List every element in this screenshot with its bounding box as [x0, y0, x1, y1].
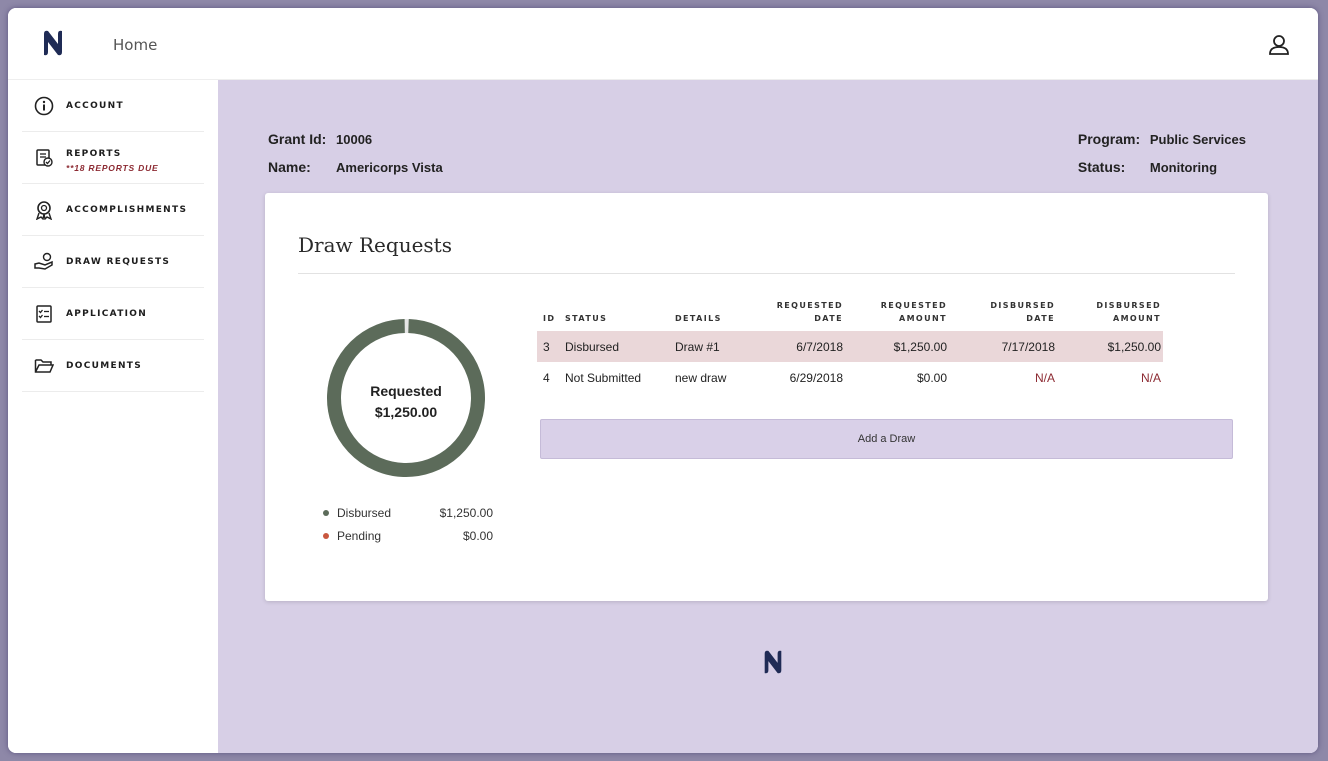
col-header-line: DATE: [1026, 314, 1055, 323]
grant-name-row: Name: Americorps Vista: [268, 153, 443, 181]
sidebar-item-label: REPORTS: [66, 148, 122, 159]
sidebar-item-label: APPLICATION: [66, 308, 148, 319]
cell-requested-amount: $0.00: [916, 370, 947, 385]
grant-id-row: Grant Id: 10006: [268, 125, 443, 153]
cell-disbursed-date: N/A: [1034, 370, 1055, 385]
legend-dot: [323, 509, 329, 516]
sidebar-item-text: REPORTS **18 REPORTS DUE: [66, 143, 158, 173]
sidebar: ACCOUNT REPORTS **18 REPORTS DUE ACCOMPL…: [8, 80, 218, 753]
sidebar-item-account[interactable]: ACCOUNT: [22, 80, 204, 132]
table-header-row: ID STATUS DETAILS REQUESTED DATE REQUEST…: [537, 295, 1163, 331]
legend-item-disbursed: Disbursed $1,250.00: [323, 501, 493, 524]
draw-requests-table: ID STATUS DETAILS REQUESTED DATE REQUEST…: [537, 295, 1163, 393]
sidebar-item-application[interactable]: APPLICATION: [22, 288, 204, 340]
cell-requested-date: 6/7/2018: [755, 331, 843, 362]
main-content: Grant Id: 10006 Name: Americorps Vista P…: [218, 80, 1318, 753]
sidebar-item-documents[interactable]: DOCUMENTS: [22, 340, 204, 392]
hand-money-icon: [34, 252, 53, 270]
col-header-id[interactable]: ID: [537, 295, 565, 331]
grant-name-label: Name:: [268, 159, 311, 175]
legend-value: $0.00: [462, 528, 493, 543]
draw-requests-card: Draw Requests Requested $1,250.00 Disbur…: [265, 193, 1268, 601]
legend-dot: [323, 532, 329, 539]
sidebar-item-draw-requests[interactable]: DRAW REQUESTS: [22, 236, 204, 288]
cell-disbursed-amount: $1,250.00: [1055, 331, 1163, 362]
col-header-line: AMOUNT: [898, 314, 947, 323]
home-link[interactable]: Home: [113, 36, 157, 54]
col-header-disbursed-amount[interactable]: DISBURSED AMOUNT: [1055, 295, 1163, 331]
cell-id: 3: [537, 331, 565, 362]
col-header-disbursed-date[interactable]: DISBURSED DATE: [947, 295, 1055, 331]
folder-icon: [34, 358, 54, 373]
divider: [298, 273, 1235, 274]
grant-info: Grant Id: 10006 Name: Americorps Vista: [268, 125, 443, 181]
legend-item-pending: Pending $0.00: [323, 524, 493, 547]
card-title: Draw Requests: [298, 233, 452, 257]
sidebar-item-reports[interactable]: REPORTS **18 REPORTS DUE: [22, 132, 204, 184]
donut-label: Requested $1,250.00: [325, 381, 487, 423]
status-label: Status:: [1077, 159, 1126, 175]
sidebar-item-label: ACCOUNT: [66, 100, 124, 111]
cell-requested-date: 6/29/2018: [789, 370, 843, 385]
col-header-line: DISBURSED: [1096, 301, 1161, 310]
grant-name-value: Americorps Vista: [336, 159, 443, 175]
sidebar-item-accomplishments[interactable]: ACCOMPLISHMENTS: [22, 184, 204, 236]
col-header-status[interactable]: STATUS: [565, 295, 675, 331]
donut-legend: Disbursed $1,250.00 Pending $0.00: [323, 501, 493, 547]
col-header-line: AMOUNT: [1112, 314, 1161, 323]
user-icon[interactable]: [1268, 34, 1290, 56]
app-window: Home ACCOUNT REPORTS **18 REPORTS DUE AC…: [8, 8, 1318, 753]
reports-due-badge: **18 REPORTS DUE: [66, 162, 159, 173]
cell-disbursed-date: 7/17/2018: [947, 331, 1055, 362]
sidebar-item-label: ACCOMPLISHMENTS: [66, 204, 188, 215]
program-label: Program:: [1077, 131, 1141, 147]
cell-details: Draw #1: [675, 331, 755, 362]
info-icon: [34, 96, 54, 115]
col-header-line: DISBURSED: [990, 301, 1055, 310]
col-header-requested-date[interactable]: REQUESTED DATE: [755, 295, 843, 331]
table-row[interactable]: 3 Disbursed Draw #1 6/7/2018 $1,250.00 7…: [537, 331, 1163, 362]
program-value: Public Services: [1149, 131, 1246, 147]
col-header-line: REQUESTED: [880, 301, 947, 310]
award-icon: [35, 200, 53, 220]
grant-id-value: 10006: [336, 131, 373, 147]
sidebar-item-label: DOCUMENTS: [66, 360, 142, 371]
cell-id: 4: [543, 370, 550, 385]
donut-summary-value: $1,250.00: [374, 404, 438, 420]
program-info: Program: Public Services Status: Monitor…: [1078, 125, 1246, 181]
reports-icon: [36, 148, 53, 167]
col-header-line: DATE: [814, 314, 843, 323]
status-value: Monitoring: [1149, 159, 1218, 175]
legend-name: Disbursed: [337, 505, 392, 520]
brand-logo[interactable]: [42, 30, 64, 56]
col-header-requested-amount[interactable]: REQUESTED AMOUNT: [843, 295, 947, 331]
cell-disbursed-amount: N/A: [1140, 370, 1161, 385]
cell-requested-amount: $1,250.00: [843, 331, 947, 362]
cell-details: new draw: [675, 370, 727, 385]
checklist-icon: [36, 304, 52, 323]
top-bar: Home: [8, 8, 1318, 80]
grant-id-label: Grant Id:: [268, 131, 327, 147]
sidebar-item-label: DRAW REQUESTS: [66, 256, 171, 267]
cell-status: Not Submitted: [565, 370, 642, 385]
cell-status: Disbursed: [565, 331, 675, 362]
legend-name: Pending: [337, 528, 382, 543]
add-draw-button[interactable]: Add a Draw: [540, 419, 1233, 459]
footer-logo: [764, 650, 782, 674]
legend-value: $1,250.00: [439, 505, 493, 520]
donut-summary-label: Requested: [370, 383, 442, 399]
col-header-line: REQUESTED: [776, 301, 843, 310]
col-header-details[interactable]: DETAILS: [675, 295, 755, 331]
table-row[interactable]: 4 Not Submitted new draw 6/29/2018 $0.00…: [537, 362, 1163, 393]
status-row: Status: Monitoring: [1078, 153, 1246, 181]
program-row: Program: Public Services: [1078, 125, 1246, 153]
